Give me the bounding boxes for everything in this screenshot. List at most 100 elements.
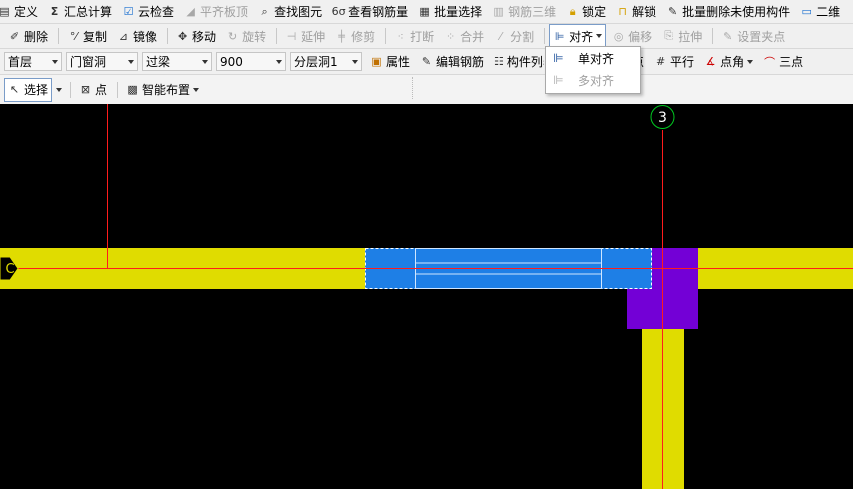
floor-select[interactable]: 首层	[4, 52, 62, 71]
merge-icon: ⁘	[446, 29, 456, 43]
chevron-down-icon	[56, 87, 63, 92]
rebar-view-icon: 6σ	[331, 5, 346, 18]
select-button[interactable]: ↖ 选择	[4, 77, 53, 102]
break-button[interactable]: ⁖ 打断	[390, 25, 438, 47]
offset-icon: ◎	[613, 29, 624, 43]
point-angle-icon: ∡	[705, 55, 716, 68]
separator	[167, 28, 169, 44]
align-icon: ⊫	[553, 51, 564, 65]
toolbar-grip[interactable]	[412, 77, 443, 99]
trim-button[interactable]: ╪ 修剪	[331, 25, 379, 47]
smart-layout-button[interactable]: ▩ 智能布置	[122, 79, 203, 101]
move-icon: ✥	[177, 29, 188, 43]
summary-calc-button[interactable]: Σ 汇总计算	[44, 1, 116, 23]
define-button[interactable]: ▤ 定义	[0, 1, 42, 23]
offset-button[interactable]: ◎ 偏移	[608, 25, 656, 47]
2d-view-icon: ▭	[801, 5, 812, 18]
find-element-button[interactable]: ⌕ 查找图元	[254, 1, 326, 23]
extend-button[interactable]: ⊣ 延伸	[281, 25, 329, 47]
align-dropdown-menu: ⊫ 单对齐 ⊫ 多对齐	[545, 46, 641, 94]
lock-button[interactable]: 🔒︎ 锁定	[562, 1, 610, 23]
rebar-3d-button[interactable]: ▥ 钢筋三维	[488, 1, 560, 23]
split-button[interactable]: ⁄ 分割	[490, 25, 538, 47]
mirror-button[interactable]: ⊿ 镜像	[113, 25, 161, 47]
trim-icon: ╪	[338, 29, 345, 43]
move-button[interactable]: ✥ 移动	[172, 25, 220, 47]
chevron-down-icon	[193, 87, 200, 92]
chevron-down-icon	[596, 34, 603, 38]
align-button[interactable]: ⊫ 对齐	[549, 24, 607, 48]
grip-point-icon: ✎	[723, 29, 733, 43]
edit-rebar-button[interactable]: ✎ 编辑钢筋	[416, 51, 488, 73]
align-icon: ⊫	[554, 29, 565, 43]
batch-delete-unused-button[interactable]: ✎ 批量删除未使用构件	[662, 1, 794, 23]
copy-button[interactable]: °⁄ 复制	[63, 25, 111, 47]
copy-icon: °⁄	[69, 29, 78, 43]
multi-align-item[interactable]: ⊫ 多对齐	[546, 69, 640, 91]
properties-button[interactable]: ▣ 属性	[366, 51, 414, 73]
find-element-icon: ⌕	[261, 4, 268, 18]
split-icon: ⁄	[499, 29, 502, 43]
draw-mode-toolbar: ↖ 选择 ⊠ 点 ▩ 智能布置	[0, 75, 853, 104]
point-icon: ⊠	[80, 83, 91, 96]
single-align-item[interactable]: ⊫ 单对齐	[546, 47, 640, 69]
chevron-down-icon	[128, 60, 134, 64]
flush-slab-button[interactable]: ◢ 平齐板顶	[180, 1, 252, 23]
unlock-button[interactable]: ⊓ 解锁	[612, 1, 660, 23]
rotate-button[interactable]: ↻ 旋转	[222, 25, 270, 47]
component-size-select[interactable]: 900	[216, 52, 286, 71]
category-select[interactable]: 门窗洞	[66, 52, 138, 71]
view-rebar-button[interactable]: 6σ 查看钢筋量	[328, 1, 412, 23]
flush-slab-icon: ◢	[186, 5, 195, 18]
point-button[interactable]: ⊠ 点	[75, 79, 111, 101]
chevron-down-icon	[352, 60, 358, 64]
axis-label-c: C	[5, 262, 14, 277]
separator	[117, 81, 119, 98]
point-angle-button[interactable]: ∡ 点角	[700, 51, 757, 73]
separator	[70, 81, 72, 98]
delete-icon: ✐	[9, 29, 20, 43]
delete-button[interactable]: ✐ 删除	[4, 25, 52, 47]
chevron-down-icon	[276, 60, 282, 64]
batch-delete-icon: ✎	[668, 5, 678, 18]
stretch-button[interactable]: ⎘ 拉伸	[658, 25, 706, 47]
three-point-button[interactable]: ⌒ 三点	[759, 51, 807, 73]
edit-rebar-icon: ✎	[421, 55, 432, 68]
axis-label-3: 3	[658, 110, 667, 126]
lock-icon: 🔒︎	[569, 4, 576, 18]
property-toolbar: 首层 门窗洞 过梁 900 分层洞1 ▣属性 ✎编辑钢筋 ☷构件列表 #两点 #…	[0, 49, 853, 75]
2d-view-button[interactable]: ▭ 二维	[796, 1, 844, 23]
mirror-icon: ⊿	[118, 29, 129, 43]
component-list-button[interactable]: ☷构件列表	[490, 51, 544, 73]
drawing-canvas[interactable]: 3 C	[0, 104, 853, 489]
parallel-icon: #	[655, 55, 666, 68]
rotate-icon: ↻	[227, 29, 238, 43]
three-point-icon: ⌒	[764, 55, 776, 69]
merge-button[interactable]: ⁘ 合并	[440, 25, 488, 47]
define-icon: ▤	[0, 5, 10, 18]
cursor-icon: ↖	[9, 83, 20, 96]
chevron-down-icon	[52, 60, 58, 64]
parallel-button[interactable]: # 平行	[650, 51, 698, 73]
edit-toolbar: ✐ 删除 °⁄ 复制 ⊿ 镜像 ✥ 移动 ↻ 旋转 ⊣ 延伸 ╪ 修剪 ⁖ 打断 ⁘ 合并 ⁄ 分割…	[0, 24, 853, 49]
cloud-check-button[interactable]: ☑ 云检查	[118, 1, 178, 23]
rebar-3d-icon: ▥	[493, 5, 504, 18]
chevron-down-icon	[202, 60, 208, 64]
select-dropdown-button[interactable]	[54, 79, 64, 101]
separator	[544, 28, 546, 44]
extend-icon: ⊣	[286, 29, 297, 43]
component-list-icon: ☷	[494, 55, 504, 68]
set-grip-button[interactable]: ✎ 设置夹点	[717, 25, 789, 47]
align-icon: ⊫	[553, 73, 564, 87]
smart-layout-icon: ▩	[127, 83, 138, 96]
sigma-icon: Σ	[50, 5, 59, 18]
batch-select-icon: ▦	[419, 5, 430, 18]
batch-select-button[interactable]: ▦ 批量选择	[414, 1, 486, 23]
separator	[712, 28, 714, 44]
chevron-down-icon	[747, 59, 754, 64]
layer-select[interactable]: 分层洞1	[290, 52, 362, 71]
separator	[58, 28, 60, 44]
properties-icon: ▣	[371, 55, 382, 68]
component-type-select[interactable]: 过梁	[142, 52, 212, 71]
separator	[276, 28, 278, 44]
